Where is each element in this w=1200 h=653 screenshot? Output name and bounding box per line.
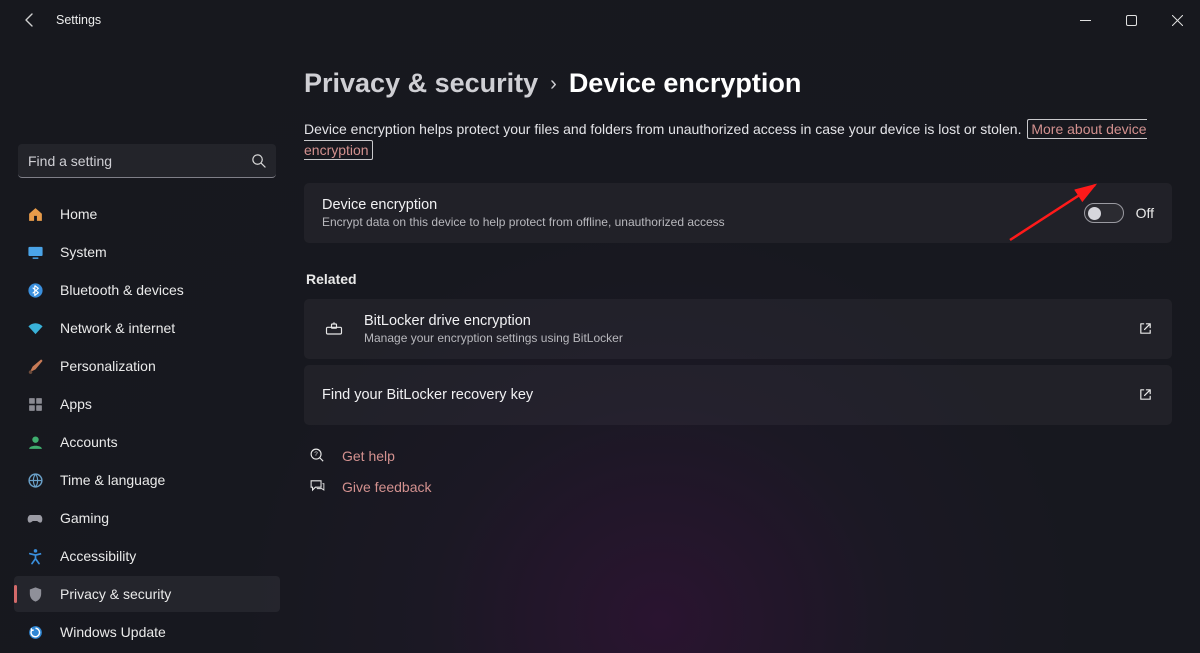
update-icon [26, 623, 44, 641]
get-help-link[interactable]: Get help [342, 448, 395, 464]
give-feedback-link[interactable]: Give feedback [342, 479, 432, 495]
related-heading: Related [306, 271, 1172, 287]
apps-icon [26, 395, 44, 413]
sidebar-item-label: Gaming [60, 510, 109, 526]
app-title: Settings [56, 13, 101, 27]
sidebar-item-home[interactable]: Home [14, 196, 280, 232]
accessibility-icon [26, 547, 44, 565]
sidebar-item-label: Windows Update [60, 624, 166, 640]
card-title: Find your BitLocker recovery key [322, 387, 1138, 403]
give-feedback-row[interactable]: Give feedback [304, 478, 1172, 495]
minimize-button[interactable] [1062, 0, 1108, 40]
close-icon [1172, 15, 1183, 26]
sidebar-item-windows-update[interactable]: Windows Update [14, 614, 280, 650]
recovery-key-card[interactable]: Find your BitLocker recovery key [304, 365, 1172, 425]
maximize-button[interactable] [1108, 0, 1154, 40]
breadcrumb-current: Device encryption [569, 68, 802, 99]
search-input[interactable] [28, 153, 251, 169]
sidebar-item-system[interactable]: System [14, 234, 280, 270]
feedback-icon [308, 478, 326, 495]
sidebar-item-label: Home [60, 206, 97, 222]
toggle-state-label: Off [1136, 205, 1154, 221]
title-bar: Settings [0, 0, 1200, 40]
sidebar-item-label: Network & internet [60, 320, 175, 336]
search-icon [251, 153, 266, 168]
main-content: Privacy & security › Device encryption D… [292, 40, 1200, 653]
external-link-icon [1138, 321, 1154, 337]
sidebar-item-label: Apps [60, 396, 92, 412]
maximize-icon [1126, 15, 1137, 26]
svg-text:?: ? [314, 451, 318, 458]
help-icon: ? [308, 447, 326, 464]
card-title: Device encryption [322, 197, 1084, 213]
shield-icon [26, 585, 44, 603]
brush-icon [26, 357, 44, 375]
sidebar-item-accessibility[interactable]: Accessibility [14, 538, 280, 574]
nav-list: Home System Bluetooth & devices Network … [14, 196, 280, 650]
system-icon [26, 243, 44, 261]
sidebar-item-label: Bluetooth & devices [60, 282, 184, 298]
globe-icon [26, 471, 44, 489]
page-description: Device encryption helps protect your fil… [304, 119, 1172, 161]
sidebar-item-label: Accessibility [60, 548, 136, 564]
sidebar-item-label: Privacy & security [60, 586, 171, 602]
sidebar-item-label: Personalization [60, 358, 156, 374]
close-button[interactable] [1154, 0, 1200, 40]
sidebar-item-personalization[interactable]: Personalization [14, 348, 280, 384]
sidebar-item-label: Accounts [60, 434, 118, 450]
sidebar-item-bluetooth[interactable]: Bluetooth & devices [14, 272, 280, 308]
sidebar-item-time-language[interactable]: Time & language [14, 462, 280, 498]
drive-lock-icon [322, 319, 346, 339]
sidebar-item-apps[interactable]: Apps [14, 386, 280, 422]
external-link-icon [1138, 387, 1154, 403]
card-subtitle: Manage your encryption settings using Bi… [364, 331, 1138, 345]
arrow-left-icon [22, 12, 38, 28]
sidebar: Home System Bluetooth & devices Network … [0, 40, 292, 653]
bitlocker-card[interactable]: BitLocker drive encryption Manage your e… [304, 299, 1172, 359]
window-controls [1062, 0, 1200, 40]
minimize-icon [1080, 15, 1091, 26]
toggle-knob [1088, 207, 1101, 220]
card-subtitle: Encrypt data on this device to help prot… [322, 215, 1084, 229]
person-icon [26, 433, 44, 451]
sidebar-item-gaming[interactable]: Gaming [14, 500, 280, 536]
back-button[interactable] [18, 8, 42, 32]
sidebar-item-accounts[interactable]: Accounts [14, 424, 280, 460]
sidebar-item-label: Time & language [60, 472, 165, 488]
breadcrumb-parent[interactable]: Privacy & security [304, 68, 538, 99]
home-icon [26, 205, 44, 223]
card-title: BitLocker drive encryption [364, 313, 1138, 329]
device-encryption-card: Device encryption Encrypt data on this d… [304, 183, 1172, 243]
device-encryption-toggle[interactable] [1084, 203, 1124, 223]
breadcrumb: Privacy & security › Device encryption [304, 68, 1172, 99]
get-help-row[interactable]: ? Get help [304, 447, 1172, 464]
bluetooth-icon [26, 281, 44, 299]
sidebar-item-privacy-security[interactable]: Privacy & security [14, 576, 280, 612]
chevron-right-icon: › [550, 73, 557, 96]
wifi-icon [26, 319, 44, 337]
gamepad-icon [26, 509, 44, 527]
search-box[interactable] [18, 144, 276, 178]
sidebar-item-label: System [60, 244, 107, 260]
description-text: Device encryption helps protect your fil… [304, 121, 1021, 137]
sidebar-item-network[interactable]: Network & internet [14, 310, 280, 346]
